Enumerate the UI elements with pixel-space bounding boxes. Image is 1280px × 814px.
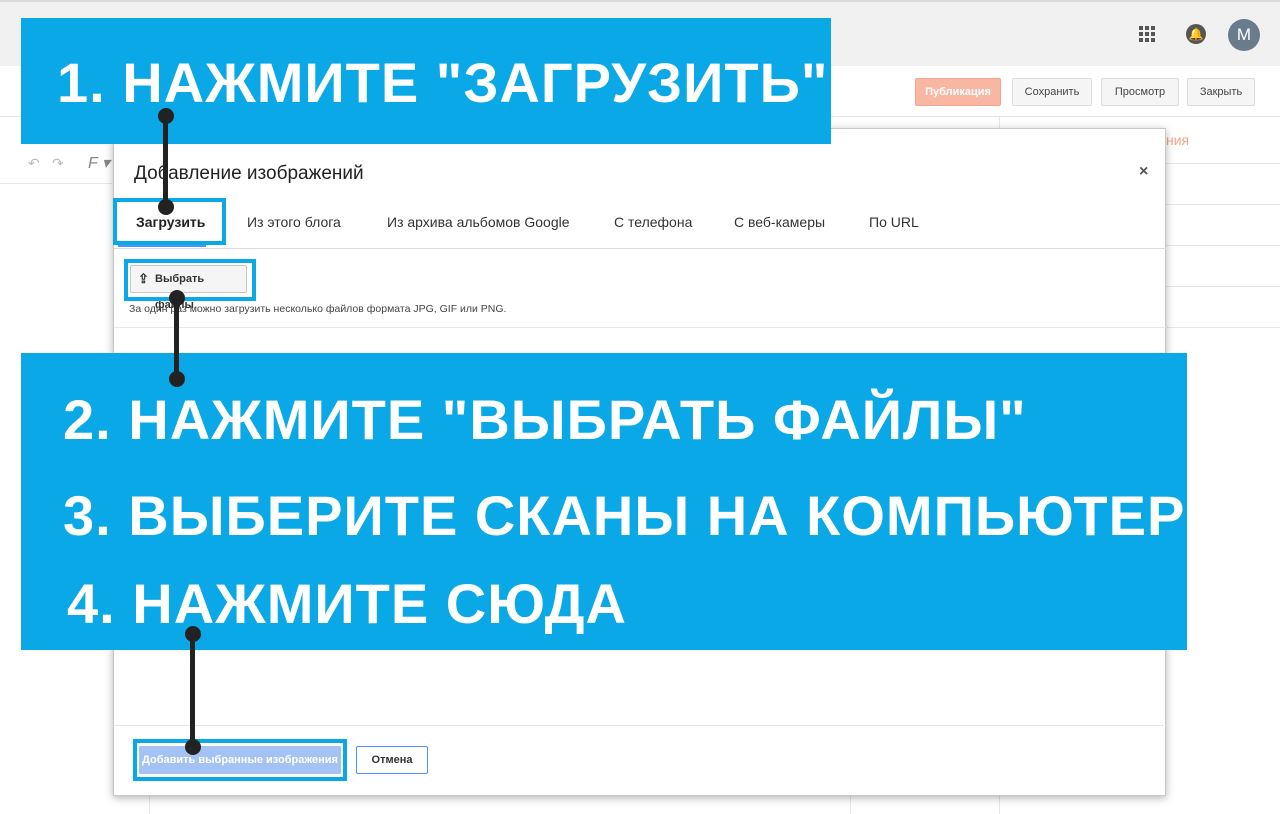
pointer-dot: [158, 108, 174, 124]
apps-grid-icon[interactable]: [1139, 26, 1155, 42]
side-divider: [1166, 286, 1280, 287]
font-icon[interactable]: F ▾: [88, 153, 110, 173]
side-divider: [1166, 327, 1280, 328]
tab-url[interactable]: По URL: [869, 214, 919, 230]
side-panel-heading: ния: [1166, 132, 1190, 148]
pointer-dot: [185, 626, 201, 642]
pointer-dot: [169, 371, 185, 387]
tabs-divider: [114, 248, 1166, 249]
undo-icon[interactable]: ↶: [28, 155, 40, 172]
instruction-step-3: 3. ВЫБЕРИТЕ СКАНЫ НА КОМПЬЮТЕРЕ: [63, 484, 1224, 547]
pointer-dot: [169, 290, 185, 306]
dialog-title: Добавление изображений: [134, 163, 364, 184]
side-divider: [1166, 204, 1280, 205]
tab-from-blog[interactable]: Из этого блога: [247, 214, 341, 230]
avatar[interactable]: M: [1228, 19, 1260, 51]
instruction-step-2: 2. НАЖМИТЕ "ВЫБРАТЬ ФАЙЛЫ": [63, 388, 1027, 451]
preview-button[interactable]: Просмотр: [1101, 78, 1179, 106]
pointer-line-2: [174, 298, 179, 380]
upload-hint: За один раз можно загрузить несколько фа…: [129, 303, 507, 315]
highlight-add-button: [133, 739, 347, 781]
side-divider: [1166, 163, 1280, 164]
instruction-step-4: 4. НАЖМИТЕ СЮДА: [67, 572, 627, 635]
tab-google-albums[interactable]: Из архива альбомов Google: [387, 214, 570, 230]
instruction-banner-1: 1. НАЖМИТЕ "ЗАГРУЗИТЬ": [21, 18, 831, 144]
footer-divider: [114, 725, 1166, 726]
side-divider: [1166, 245, 1280, 246]
close-button[interactable]: Закрыть: [1187, 78, 1255, 106]
dialog-close-icon[interactable]: ×: [1139, 163, 1148, 181]
pointer-dot: [185, 739, 201, 755]
tab-webcam[interactable]: С веб-камеры: [734, 214, 825, 230]
editor-toolbar: ↶ ↷ F ▾: [0, 147, 112, 184]
save-button[interactable]: Сохранить: [1012, 78, 1092, 106]
tab-phone[interactable]: С телефона: [614, 214, 692, 230]
notifications-bell-icon[interactable]: 🔔: [1186, 24, 1206, 44]
publish-button[interactable]: Публикация: [915, 78, 1001, 106]
highlight-choose-files: [124, 259, 256, 301]
instruction-banner-2: 2. НАЖМИТЕ "ВЫБРАТЬ ФАЙЛЫ" 3. ВЫБЕРИТЕ С…: [21, 353, 1223, 650]
instruction-step-1: 1. НАЖМИТЕ "ЗАГРУЗИТЬ": [57, 51, 829, 114]
pointer-line-1: [163, 116, 168, 208]
pointer-dot: [158, 199, 174, 215]
cancel-button[interactable]: Отмена: [356, 746, 428, 774]
pointer-line-3: [190, 634, 195, 748]
content-divider: [114, 327, 1166, 328]
redo-icon[interactable]: ↷: [52, 155, 64, 172]
